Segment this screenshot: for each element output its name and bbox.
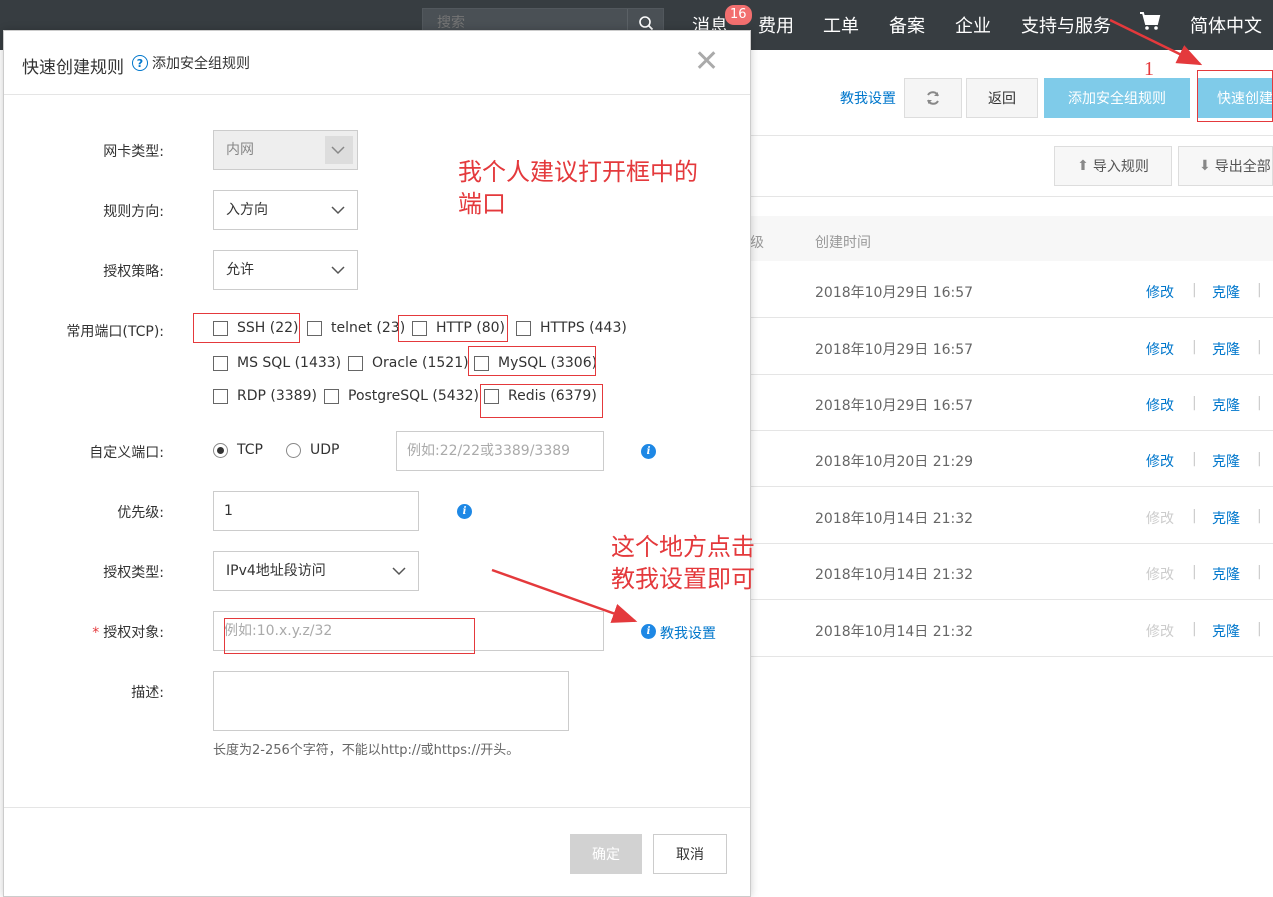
- arrow-to-teach-link: [491, 568, 638, 623]
- annotation-arrows: [491, 18, 1203, 623]
- arrow-to-quick-create: [1109, 18, 1203, 66]
